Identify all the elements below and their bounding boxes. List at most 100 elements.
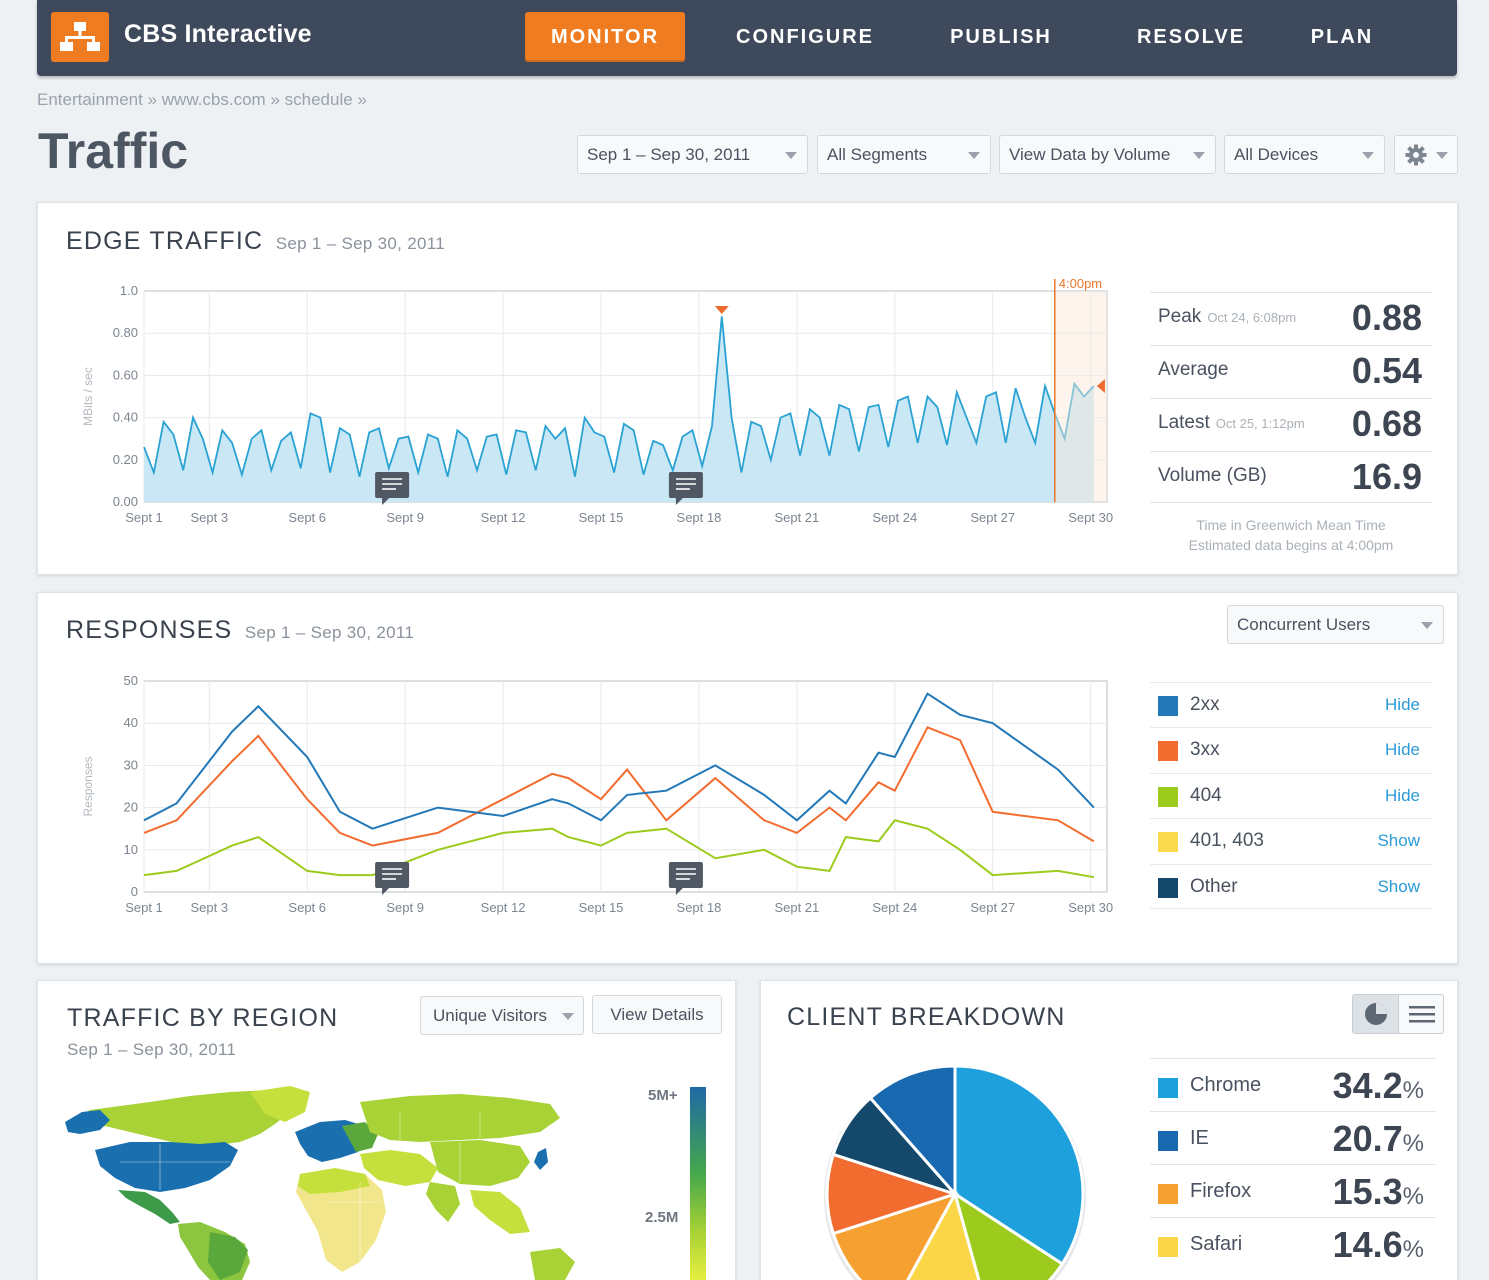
map-region-australia: [530, 1248, 575, 1280]
pie-view-button[interactable]: [1353, 995, 1399, 1033]
stat-peak: Peak Oct 24, 6:08pm 0.88: [1150, 292, 1432, 344]
edge-y-axis-label: MBits / sec: [81, 367, 95, 426]
comment-bubble: [668, 862, 703, 888]
breadcrumb-schedule[interactable]: schedule: [285, 90, 353, 109]
legend-other-toggle[interactable]: Show: [1377, 877, 1420, 897]
responses-y-tick: 40: [124, 715, 138, 730]
estimate-marker-label: 4:00pm: [1059, 276, 1102, 291]
devices-dropdown[interactable]: All Devices: [1224, 135, 1385, 174]
responses-x-tick: Sept 24: [872, 900, 917, 915]
view-by-dropdown[interactable]: View Data by Volume: [999, 135, 1216, 174]
region-metric-dropdown[interactable]: Unique Visitors: [420, 996, 584, 1035]
comment-bubble: [668, 472, 703, 498]
region-subtitle: Sep 1 – Sep 30, 2011: [67, 1040, 237, 1059]
segments-value: All Segments: [827, 145, 928, 164]
stat-latest-time: Oct 25, 1:12pm: [1215, 416, 1305, 431]
client-chrome-value: 34.2%: [1333, 1065, 1424, 1107]
responses-metric-dropdown[interactable]: Concurrent Users: [1227, 605, 1444, 644]
view-by-value: View Data by Volume: [1009, 145, 1171, 164]
responses-title: RESPONSES: [66, 616, 233, 644]
map-region-india: [426, 1182, 460, 1222]
nav-monitor[interactable]: MONITOR: [525, 12, 685, 62]
map-region-alaska: [65, 1110, 110, 1134]
gear-icon: [1405, 144, 1427, 166]
responses-y-tick: 30: [124, 757, 138, 772]
legend-401-403-toggle[interactable]: Show: [1377, 831, 1420, 851]
brand-name[interactable]: CBS Interactive: [124, 20, 312, 49]
edge-x-tick: Sept 24: [872, 510, 917, 525]
nav-configure[interactable]: CONFIGURE: [723, 12, 887, 62]
region-scale-bar: [690, 1087, 706, 1280]
breadcrumb-entertainment[interactable]: Entertainment: [37, 90, 143, 109]
edge-x-tick: Sept 12: [481, 510, 526, 525]
chevron-down-icon: [1362, 152, 1374, 159]
client-chrome-number: 34.2: [1332, 1065, 1403, 1106]
segments-dropdown[interactable]: All Segments: [817, 135, 991, 174]
legend-2xx-toggle[interactable]: Hide: [1385, 695, 1420, 715]
responses-x-tick: Sept 18: [677, 900, 722, 915]
breadcrumb-separator: »: [357, 90, 367, 109]
estimated-region: [1054, 291, 1107, 502]
list-icon: [1409, 1006, 1435, 1023]
date-range-dropdown[interactable]: Sep 1 – Sep 30, 2011: [577, 135, 808, 174]
responses-x-tick: Sept 27: [970, 900, 1015, 915]
pie-chart-icon: [1365, 1003, 1387, 1025]
responses-y-tick: 0: [131, 884, 138, 899]
nav-plan[interactable]: PLAN: [1299, 12, 1385, 62]
edge-x-tick: Sept 9: [386, 510, 424, 525]
client-row-ie: IE 20.7%: [1150, 1111, 1436, 1164]
stat-latest-label: Latest: [1158, 412, 1210, 433]
world-map[interactable]: [60, 1082, 580, 1280]
stat-average-label: Average: [1158, 359, 1229, 380]
devices-value: All Devices: [1234, 145, 1319, 164]
legend-2xx-label: 2xx: [1190, 694, 1220, 715]
time-note: Time in Greenwich Mean Time Estimated da…: [1150, 515, 1432, 555]
chevron-down-icon: [785, 152, 797, 159]
responses-subtitle: Sep 1 – Sep 30, 2011: [244, 623, 415, 642]
nav-publish[interactable]: PUBLISH: [939, 12, 1063, 62]
legend-swatch: [1158, 878, 1178, 898]
stat-peak-value: 0.88: [1351, 297, 1422, 338]
responses-y-axis-label: Responses: [81, 756, 95, 816]
edge-traffic-title: EDGE TRAFFIC: [66, 227, 264, 255]
responses-chart[interactable]: Sept 1 Sept 3 Sept 6 Sept 9 Sept 12 Sept 15 Se…: [60, 665, 1140, 925]
legend-3xx-toggle[interactable]: Hide: [1385, 740, 1420, 760]
client-row-safari: Safari 14.6%: [1150, 1217, 1436, 1270]
client-firefox-label: Firefox: [1190, 1180, 1252, 1202]
map-region-usa: [95, 1142, 238, 1192]
top-nav-bar: CBS Interactive MONITOR CONFIGURE PUBLIS…: [37, 0, 1457, 76]
nav-resolve[interactable]: RESOLVE: [1127, 12, 1255, 62]
map-region-russia: [360, 1094, 560, 1142]
client-pie-chart[interactable]: [814, 1058, 1096, 1280]
responses-x-tick: Sept 1: [125, 900, 163, 915]
legend-swatch: [1158, 696, 1178, 716]
responses-x-tick: Sept 30: [1068, 900, 1113, 915]
map-region-southeast-asia: [470, 1190, 530, 1234]
stat-peak-label: Peak: [1158, 306, 1202, 327]
chevron-down-icon: [968, 152, 980, 159]
client-ie-number: 20.7: [1332, 1118, 1403, 1159]
breadcrumb-site[interactable]: www.cbs.com: [162, 90, 266, 109]
settings-dropdown[interactable]: [1394, 135, 1458, 174]
region-title: TRAFFIC BY REGION: [67, 1004, 339, 1032]
view-details-button[interactable]: View Details: [592, 995, 722, 1034]
legend-404-toggle[interactable]: Hide: [1385, 786, 1420, 806]
stat-latest-value: 0.68: [1351, 403, 1422, 444]
list-view-button[interactable]: [1400, 995, 1443, 1033]
client-ie-value: 20.7%: [1333, 1118, 1424, 1160]
edge-traffic-header: EDGE TRAFFIC Sep 1 – Sep 30, 2011: [66, 227, 445, 256]
stat-average-value: 0.54: [1351, 350, 1422, 391]
responses-metric-value: Concurrent Users: [1237, 615, 1371, 634]
legend-swatch: [1158, 787, 1178, 807]
client-firefox-number: 15.3: [1332, 1171, 1403, 1212]
edge-y-tick: 0.60: [113, 367, 138, 382]
edge-traffic-chart[interactable]: Sept 1 Sept 3 Sept 6 Sept 9 Sept 12 Sept 15 Se…: [60, 268, 1140, 533]
edge-x-tick: Sept 21: [774, 510, 819, 525]
sitemap-logo-icon[interactable]: [51, 12, 109, 62]
edge-x-tick: Sept 6: [288, 510, 326, 525]
responses-x-tick: Sept 15: [579, 900, 624, 915]
responses-x-tick: Sept 9: [386, 900, 424, 915]
stat-latest: Latest Oct 25, 1:12pm 0.68: [1150, 398, 1432, 450]
scale-mid-label: 2.5M: [645, 1209, 679, 1226]
edge-x-tick: Sept 27: [970, 510, 1015, 525]
